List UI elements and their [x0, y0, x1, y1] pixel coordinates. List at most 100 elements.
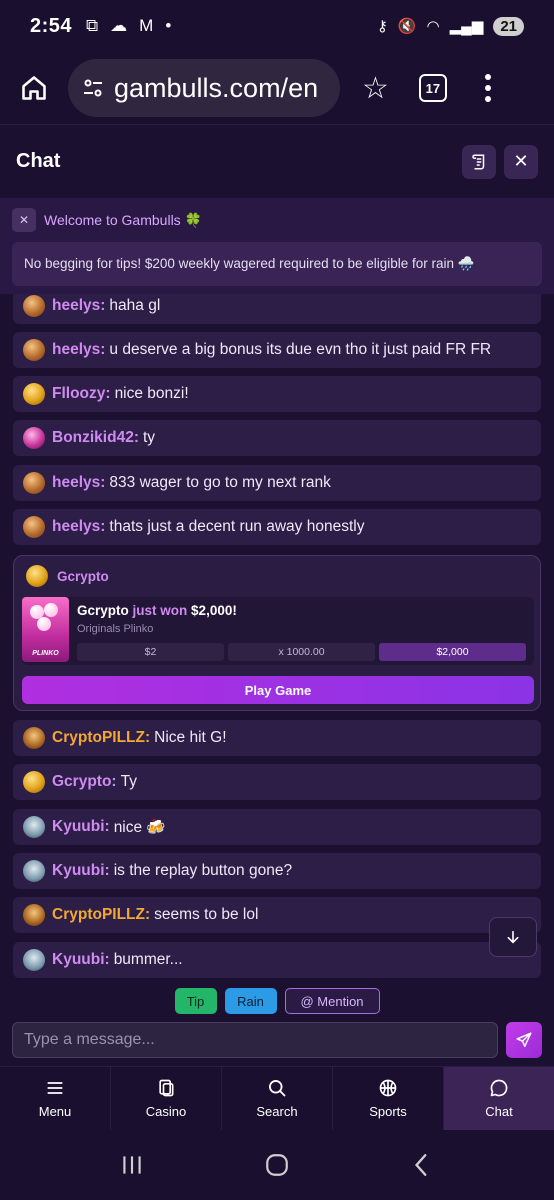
app-icon: ☁	[110, 16, 128, 35]
message-username[interactable]: Bonzikid42:	[52, 429, 139, 447]
wifi-icon: ◠	[426, 18, 440, 35]
bottom-navigation: Menu Casino Search Sports Chat	[0, 1066, 554, 1130]
chat-header: Chat ✕	[0, 124, 554, 198]
address-bar[interactable]: gambulls.com/en	[68, 59, 340, 117]
rules-notice: No begging for tips! $200 weekly wagered…	[12, 242, 542, 286]
home-circle-icon[interactable]	[264, 1152, 290, 1178]
message-username[interactable]: heelys:	[52, 518, 105, 536]
chat-messages[interactable]: heelys: haha gl heelys: u deserve a big …	[0, 294, 554, 982]
win-username[interactable]: Gcrypto	[57, 569, 109, 584]
dismiss-welcome-button[interactable]: ✕	[12, 208, 36, 232]
chat-message: heelys: u deserve a big bonus its due ev…	[13, 332, 541, 368]
message-text: nice 🍻	[113, 818, 166, 836]
game-name: Originals Plinko	[77, 623, 154, 635]
status-bar: 2:54 ⧉ ☁ M • ⚷ 🔇 ◠ ▂▄▆ 21	[0, 0, 554, 52]
chat-message: CryptoPILLZ: Nice hit G!	[13, 720, 541, 756]
scroll-to-bottom-button[interactable]	[489, 917, 537, 957]
dot-icon: •	[165, 16, 172, 35]
scroll-icon	[472, 154, 485, 169]
close-icon: ✕	[513, 151, 529, 171]
user-avatar[interactable]	[23, 383, 45, 405]
nav-chat[interactable]: Chat	[444, 1067, 554, 1130]
user-avatar[interactable]	[23, 771, 45, 793]
chat-message: heelys: haha gl	[13, 294, 541, 324]
nav-search-label: Search	[256, 1104, 298, 1119]
site-settings-icon[interactable]	[80, 76, 106, 100]
message-text: u deserve a big bonus its due evn tho it…	[109, 341, 492, 358]
win-title: Gcrypto just won $2,000!	[77, 603, 237, 618]
key-icon: ⚷	[376, 18, 388, 35]
browser-toolbar: gambulls.com/en ☆ 17	[0, 52, 554, 124]
message-username[interactable]: Flloozy:	[52, 385, 111, 403]
message-username[interactable]: heelys:	[52, 474, 105, 492]
casino-cards-icon	[159, 1079, 174, 1097]
win-multiplier: x 1000.00	[228, 643, 375, 661]
home-button[interactable]	[14, 68, 54, 108]
chat-message: heelys: thats just a decent run away hon…	[13, 509, 541, 545]
message-username[interactable]: CryptoPILLZ:	[52, 729, 150, 747]
message-text: nice bonzi!	[114, 385, 189, 402]
user-avatar[interactable]	[23, 816, 45, 838]
nav-menu[interactable]: Menu	[0, 1067, 111, 1130]
user-avatar[interactable]	[23, 904, 45, 926]
mention-button[interactable]: @ Mention	[284, 988, 380, 1014]
message-text: is the replay button gone?	[113, 862, 293, 879]
user-avatar[interactable]	[23, 339, 45, 361]
user-avatar[interactable]	[23, 516, 45, 538]
user-avatar[interactable]	[23, 727, 45, 749]
user-avatar[interactable]	[26, 565, 48, 587]
message-username[interactable]: Gcrypto:	[52, 773, 117, 791]
welcome-text: Welcome to Gambulls 🍀	[44, 211, 202, 228]
recent-apps-icon[interactable]	[119, 1152, 145, 1178]
win-details: PLINKO Gcrypto just won $2,000! Original…	[22, 597, 534, 665]
bookmark-star-icon[interactable]: ☆	[362, 71, 389, 106]
nav-sports[interactable]: Sports	[333, 1067, 444, 1130]
message-input[interactable]	[12, 1022, 498, 1058]
send-button[interactable]	[506, 1022, 542, 1058]
nav-casino[interactable]: Casino	[111, 1067, 222, 1130]
nav-sports-label: Sports	[369, 1104, 407, 1119]
close-chat-button[interactable]: ✕	[504, 144, 538, 179]
home-icon	[22, 76, 46, 100]
nav-chat-label: Chat	[485, 1104, 513, 1119]
notification-icons: ⧉ ☁ M •	[86, 16, 171, 36]
system-navigation-bar	[0, 1130, 554, 1200]
chat-message: Flloozy: nice bonzi!	[13, 376, 541, 412]
nav-casino-label: Casino	[145, 1104, 187, 1119]
nav-menu-label: Menu	[38, 1104, 72, 1119]
message-username[interactable]: CryptoPILLZ:	[52, 906, 150, 924]
play-game-button[interactable]: Play Game	[22, 676, 534, 704]
game-thumbnail[interactable]: PLINKO	[22, 597, 69, 662]
clock: 2:54	[30, 14, 73, 37]
user-avatar[interactable]	[23, 472, 45, 494]
message-text: Ty	[120, 773, 137, 790]
message-text: bummer...	[113, 951, 183, 968]
chat-action-chips: Tip Rain @ Mention	[0, 988, 554, 1014]
mute-icon: 🔇	[397, 18, 417, 35]
message-username[interactable]: Kyuubi:	[52, 818, 110, 836]
chat-message: Gcrypto: Ty	[13, 764, 541, 800]
message-text: thats just a decent run away honestly	[109, 518, 365, 535]
send-icon	[516, 1032, 532, 1048]
chat-message: Bonzikid42: ty	[13, 420, 541, 456]
tab-switcher-button[interactable]: 17	[418, 74, 447, 102]
message-username[interactable]: Kyuubi:	[52, 951, 110, 969]
user-avatar[interactable]	[23, 295, 45, 317]
chat-bubble-icon	[490, 1079, 508, 1097]
chat-title: Chat	[16, 150, 61, 172]
user-avatar[interactable]	[23, 949, 45, 971]
tip-button[interactable]: Tip	[174, 988, 217, 1014]
message-text: haha gl	[109, 297, 161, 314]
user-avatar[interactable]	[23, 860, 45, 882]
chat-message: CryptoPILLZ: seems to be lol	[13, 897, 541, 933]
message-username[interactable]: Kyuubi:	[52, 862, 110, 880]
rain-button[interactable]: Rain	[224, 988, 277, 1014]
back-icon[interactable]	[409, 1152, 435, 1178]
message-username[interactable]: heelys:	[52, 297, 105, 315]
message-username[interactable]: heelys:	[52, 341, 105, 359]
message-text: 833 wager to go to my next rank	[109, 474, 331, 491]
nav-search[interactable]: Search	[222, 1067, 333, 1130]
user-avatar[interactable]	[23, 427, 45, 449]
chat-rules-button[interactable]	[462, 144, 496, 179]
browser-menu-button[interactable]	[484, 74, 491, 102]
